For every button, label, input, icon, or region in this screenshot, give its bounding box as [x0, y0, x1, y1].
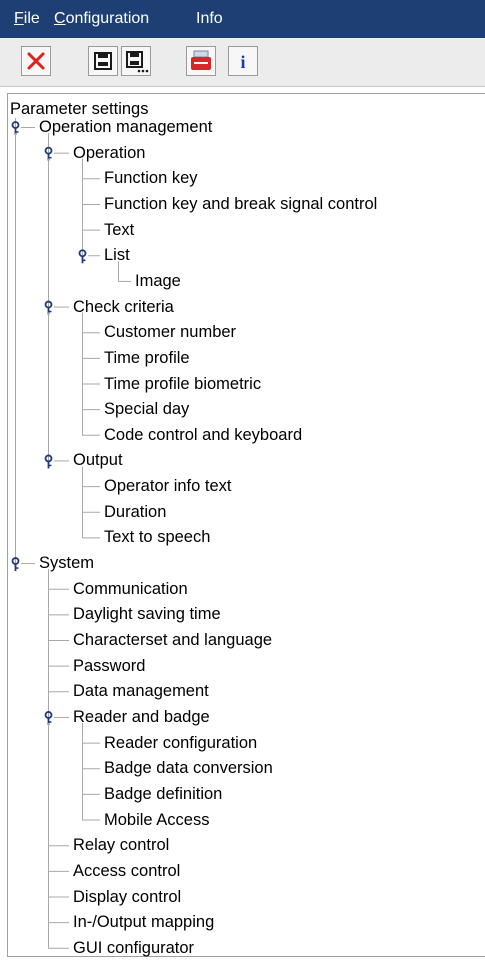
- menu-file-label: ile: [23, 10, 40, 27]
- tree-item-characterset-and-language[interactable]: Characterset and language: [73, 628, 272, 652]
- tree-item-system[interactable]: System: [39, 551, 94, 575]
- save-as-button[interactable]: [121, 46, 151, 76]
- menu-info[interactable]: Info: [196, 9, 223, 29]
- info-icon: i: [240, 52, 245, 72]
- tree-item-operator-info-text[interactable]: Operator info text: [104, 474, 231, 498]
- tree-item-output[interactable]: Output: [73, 448, 123, 472]
- card-reader-icon: [191, 50, 211, 70]
- tree-item-gui-configurator[interactable]: GUI configurator: [73, 936, 194, 960]
- card-reader-button[interactable]: [186, 46, 216, 76]
- tree-item-reader-and-badge[interactable]: Reader and badge: [73, 705, 210, 729]
- close-button[interactable]: [21, 46, 51, 76]
- tree-item-text[interactable]: Text: [104, 218, 134, 242]
- tree-item-badge-data-conversion[interactable]: Badge data conversion: [104, 756, 273, 780]
- tree-item-reader-configuration[interactable]: Reader configuration: [104, 731, 257, 755]
- menu-file-mnemonic: F: [14, 10, 24, 27]
- close-x-icon: [27, 52, 45, 70]
- tree-item-time-profile-biometric[interactable]: Time profile biometric: [104, 372, 261, 396]
- tree-item-in-output-mapping[interactable]: In-/Output mapping: [73, 910, 214, 934]
- save-as-icon: [126, 51, 149, 73]
- menu-configuration[interactable]: Configuration: [54, 9, 149, 29]
- tree-item-display-control[interactable]: Display control: [73, 885, 181, 909]
- tree-item-text-to-speech[interactable]: Text to speech: [104, 525, 210, 549]
- tree-item-data-management[interactable]: Data management: [73, 679, 209, 703]
- toolbar: i: [0, 38, 485, 87]
- tree-connector-lines: [11, 118, 131, 949]
- tree-item-time-profile[interactable]: Time profile: [104, 346, 190, 370]
- tree-item-duration[interactable]: Duration: [104, 500, 166, 524]
- tree-item-communication[interactable]: Communication: [73, 577, 188, 601]
- parameter-tree[interactable]: Parameter settings Operation management O…: [7, 93, 485, 957]
- tree-item-image[interactable]: Image: [135, 269, 181, 293]
- tree-item-badge-definition[interactable]: Badge definition: [104, 782, 222, 806]
- menu-file[interactable]: File: [14, 9, 40, 29]
- tree-item-customer-number[interactable]: Customer number: [104, 320, 236, 344]
- tree-item-function-key-and-break-signal-control[interactable]: Function key and break signal control: [104, 192, 377, 216]
- tree-item-function-key[interactable]: Function key: [104, 166, 198, 190]
- tree-item-mobile-access[interactable]: Mobile Access: [104, 808, 209, 832]
- tree-item-access-control[interactable]: Access control: [73, 859, 180, 883]
- tree-item-password[interactable]: Password: [73, 654, 145, 678]
- tree-item-relay-control[interactable]: Relay control: [73, 833, 169, 857]
- tree-item-check-criteria[interactable]: Check criteria: [73, 295, 174, 319]
- menu-configuration-label: onfiguration: [65, 10, 150, 27]
- tree-item-operation[interactable]: Operation: [73, 141, 145, 165]
- menu-bar: File Configuration Info: [0, 0, 485, 38]
- info-button[interactable]: i: [228, 46, 258, 76]
- save-icon: [94, 52, 112, 70]
- tree-item-daylight-saving-time[interactable]: Daylight saving time: [73, 602, 221, 626]
- tree-item-special-day[interactable]: Special day: [104, 397, 189, 421]
- tree-item-operation-management[interactable]: Operation management: [39, 115, 212, 139]
- tree-item-list[interactable]: List: [104, 243, 130, 267]
- save-button[interactable]: [88, 46, 118, 76]
- menu-configuration-mnemonic: C: [54, 10, 66, 27]
- tree-item-code-control-and-keyboard[interactable]: Code control and keyboard: [104, 423, 302, 447]
- svg-text:i: i: [240, 52, 245, 72]
